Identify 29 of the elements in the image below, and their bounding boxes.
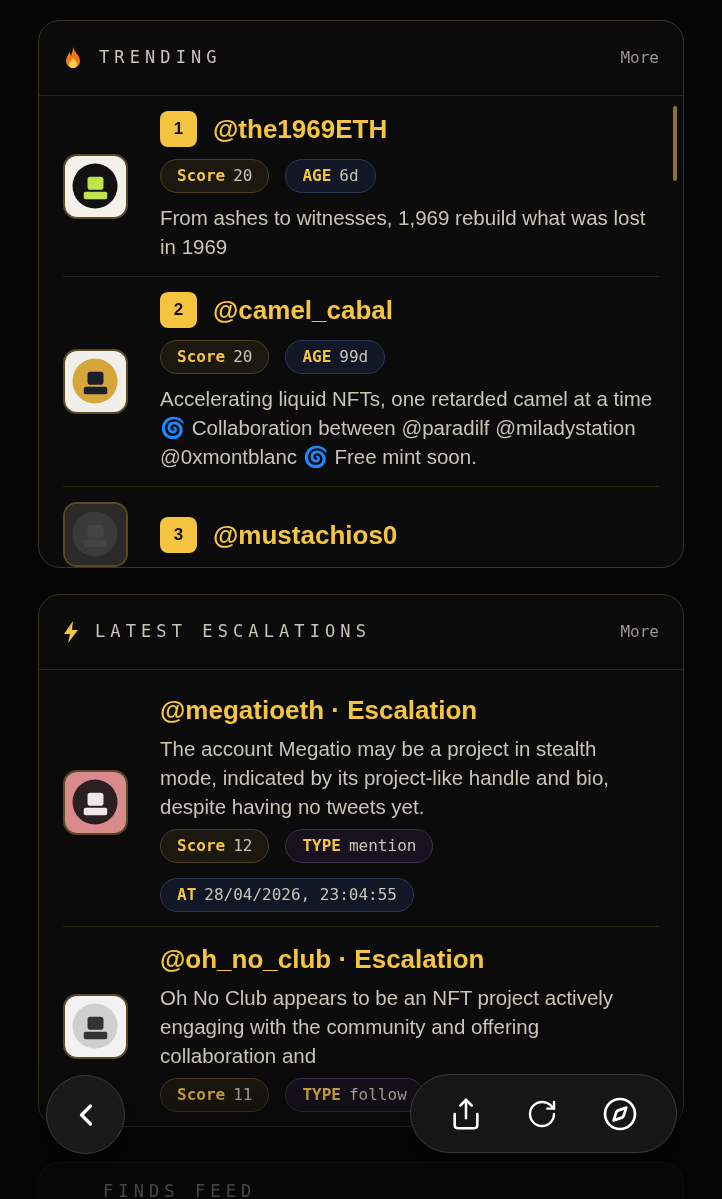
age-pill: AGE 6d: [285, 159, 376, 193]
account-description: From ashes to witnesses, 1,969 rebuild what was lost in 1969: [160, 205, 647, 260]
score-pill: Score 20: [160, 340, 270, 374]
section-title: FINDS FEED: [103, 1180, 257, 1199]
account-handle[interactable]: @the1969ETH: [213, 111, 388, 147]
account-handle[interactable]: @camel_cabal: [213, 292, 394, 328]
section-title: LATEST ESCALATIONS: [95, 620, 372, 644]
scrollbar-thumb[interactable]: [673, 106, 677, 181]
compass-icon: [602, 1095, 639, 1132]
more-link[interactable]: More: [620, 46, 659, 70]
account-handle[interactable]: @mustachios0: [213, 516, 398, 553]
escalation-description: Oh No Club appears to be an NFT project actively engaging with the community and offering collaboration and: [160, 985, 615, 1069]
flame-icon: [63, 46, 83, 70]
rank-badge: 3: [160, 516, 197, 553]
score-pill: Score 11: [160, 1078, 270, 1112]
escalation-title[interactable]: @megatioeth · Escalation: [160, 692, 659, 728]
account-description: Accelerating liquid NFTs, one retarded camel at a time 🌀 Collaboration between @paradilf @miladystation @0xmontblanc 🌀 Free mint soon.: [160, 386, 654, 470]
more-link[interactable]: More: [620, 620, 659, 644]
escalation-title[interactable]: @oh_no_club · Escalation: [160, 941, 659, 977]
section-title: TRENDING: [99, 46, 222, 70]
lightning-icon: [63, 621, 79, 643]
rank-badge: 2: [160, 292, 197, 328]
at-pill: AT 28/04/2026, 23:04:55: [160, 878, 414, 912]
escalation-description: The account Megatio may be a project in stealth mode, indicated by its project-like handle and bio, despite having no tweets yet.: [160, 736, 610, 820]
score-pill: Score 12: [160, 829, 270, 863]
age-pill: AGE 99d: [285, 340, 386, 374]
rank-badge: 1: [160, 111, 197, 147]
score-pill: Score 20: [160, 159, 270, 193]
type-pill: TYPE mention: [285, 829, 434, 863]
